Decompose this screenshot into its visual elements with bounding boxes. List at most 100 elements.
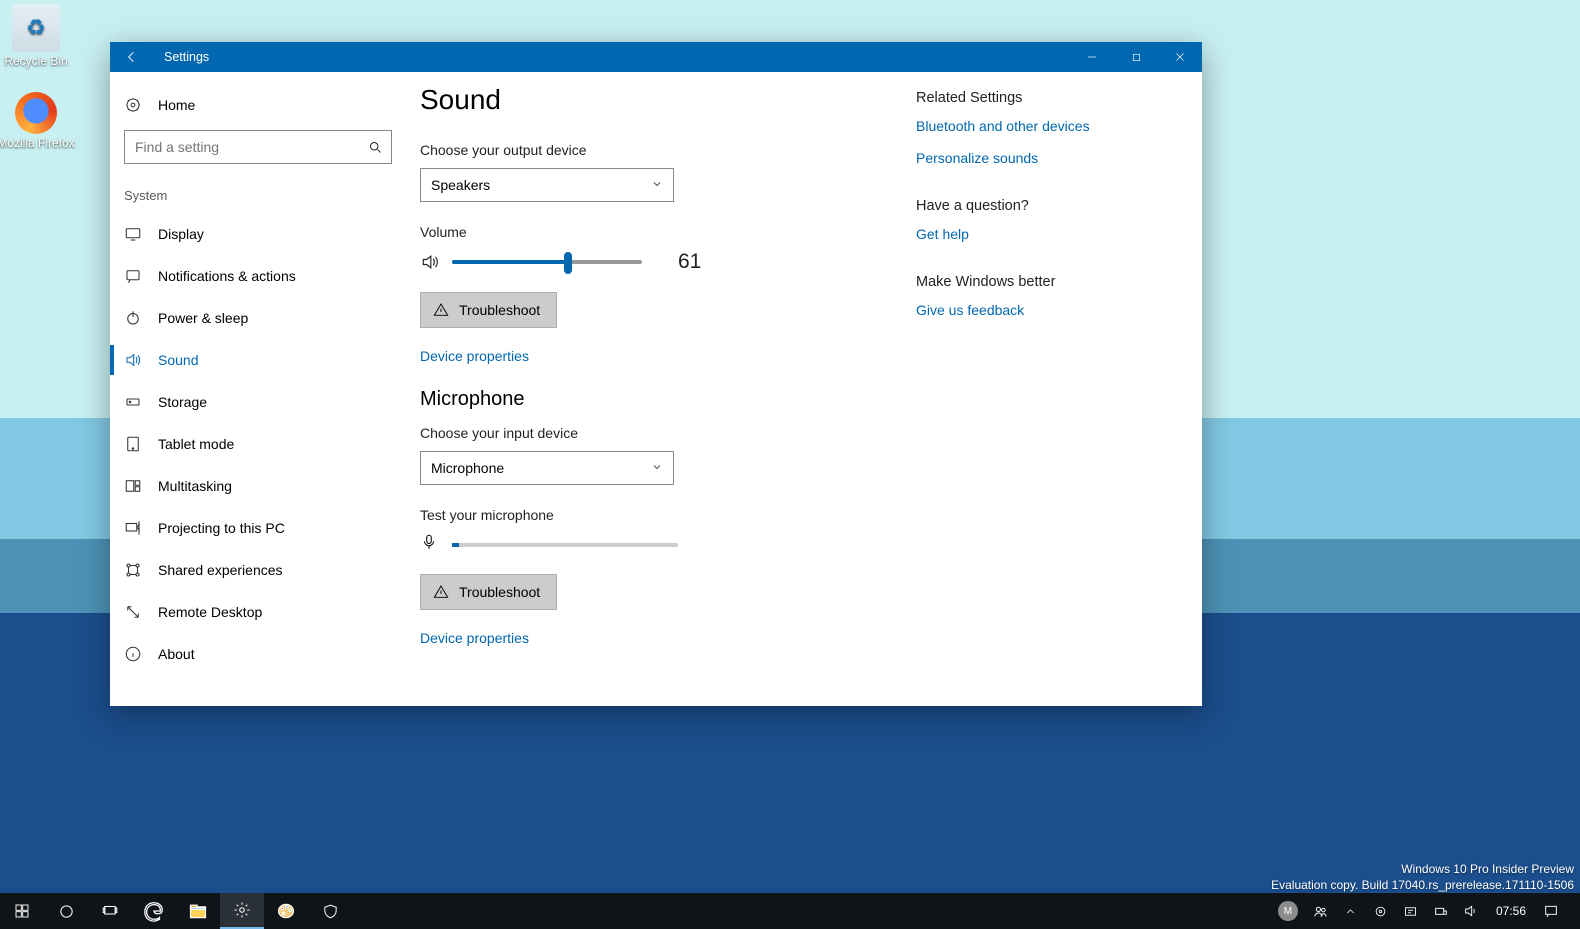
warning-icon xyxy=(433,584,449,600)
sidebar-item-label: Multitasking xyxy=(158,478,232,494)
slider-thumb[interactable] xyxy=(564,252,572,274)
related-settings-title: Related Settings xyxy=(916,90,1186,106)
link-bluetooth[interactable]: Bluetooth and other devices xyxy=(916,118,1090,134)
input-device-dropdown[interactable]: Microphone xyxy=(420,451,674,485)
input-device-label: Choose your input device xyxy=(420,425,906,441)
minimize-button[interactable] xyxy=(1070,42,1114,72)
sidebar-item-tablet[interactable]: Tablet mode xyxy=(110,423,406,465)
taskbar-app-paint[interactable] xyxy=(264,893,308,929)
sidebar-item-label: Power & sleep xyxy=(158,310,248,326)
window-title: Settings xyxy=(154,50,209,64)
desktop-icon-label: Recycle Bin xyxy=(0,54,76,68)
link-feedback[interactable]: Give us feedback xyxy=(916,302,1024,318)
mic-test-label: Test your microphone xyxy=(420,507,906,523)
category-label: System xyxy=(110,176,406,213)
sidebar-item-display[interactable]: Display xyxy=(110,213,406,255)
home-icon xyxy=(124,96,142,114)
taskbar-app-security[interactable] xyxy=(308,893,352,929)
sidebar-home-label: Home xyxy=(158,97,195,113)
sidebar-item-sound[interactable]: Sound xyxy=(110,339,406,381)
watermark: Windows 10 Pro Insider Preview Evaluatio… xyxy=(1271,861,1574,893)
back-button[interactable] xyxy=(110,42,154,72)
link-personalize-sounds[interactable]: Personalize sounds xyxy=(916,150,1038,166)
dropdown-value: Speakers xyxy=(431,177,490,193)
desktop-icon-firefox[interactable]: Mozilla Firefox xyxy=(0,92,76,150)
warning-icon xyxy=(433,302,449,318)
output-device-dropdown[interactable]: Speakers xyxy=(420,168,674,202)
desktop-icon-recycle-bin[interactable]: Recycle Bin xyxy=(0,4,76,68)
taskbar-app-settings[interactable] xyxy=(220,893,264,929)
cortana-button[interactable] xyxy=(44,893,88,929)
maximize-button[interactable] xyxy=(1114,42,1158,72)
search-icon xyxy=(368,140,383,155)
volume-value: 61 xyxy=(678,250,701,274)
search-input[interactable] xyxy=(135,139,368,155)
sidebar-item-notifications[interactable]: Notifications & actions xyxy=(110,255,406,297)
multitasking-icon xyxy=(124,477,142,495)
tray-ime-icon[interactable] xyxy=(1396,893,1426,929)
tray-network-icon[interactable] xyxy=(1426,893,1456,929)
content-area: Sound Choose your output device Speakers… xyxy=(420,84,906,706)
tray-overflow-icon[interactable] xyxy=(1336,893,1366,929)
link-get-help[interactable]: Get help xyxy=(916,226,969,242)
page-heading: Sound xyxy=(420,84,906,116)
input-device-properties-link[interactable]: Device properties xyxy=(420,630,529,646)
taskbar-app-edge[interactable] xyxy=(132,893,176,929)
microphone-icon xyxy=(420,533,438,556)
tray-people-icon[interactable] xyxy=(1306,893,1336,929)
sidebar-item-power[interactable]: Power & sleep xyxy=(110,297,406,339)
tray-user-avatar[interactable]: M xyxy=(1270,893,1306,929)
display-icon xyxy=(124,225,142,243)
firefox-icon xyxy=(15,92,57,134)
sidebar-item-label: Notifications & actions xyxy=(158,268,296,284)
search-box[interactable] xyxy=(124,130,392,164)
better-title: Make Windows better xyxy=(916,274,1186,290)
output-troubleshoot-button[interactable]: Troubleshoot xyxy=(420,292,557,328)
sidebar-item-multitasking[interactable]: Multitasking xyxy=(110,465,406,507)
sidebar-item-shared[interactable]: Shared experiences xyxy=(110,549,406,591)
sidebar-item-remote[interactable]: Remote Desktop xyxy=(110,591,406,633)
input-troubleshoot-button[interactable]: Troubleshoot xyxy=(420,574,557,610)
notifications-icon xyxy=(124,267,142,285)
sidebar-item-label: Shared experiences xyxy=(158,562,283,578)
settings-window: Settings Home System Display xyxy=(110,42,1202,706)
tray-volume-icon[interactable] xyxy=(1456,893,1486,929)
tray-location-icon[interactable] xyxy=(1366,893,1396,929)
tray-clock[interactable]: 07:56 xyxy=(1486,893,1536,929)
volume-label: Volume xyxy=(420,224,906,240)
sidebar-item-label: Projecting to this PC xyxy=(158,520,285,536)
chevron-down-icon xyxy=(651,177,663,193)
taskbar-app-explorer[interactable] xyxy=(176,893,220,929)
sidebar-item-label: Remote Desktop xyxy=(158,604,262,620)
taskbar: M 07:56 xyxy=(0,893,1580,929)
right-rail: Related Settings Bluetooth and other dev… xyxy=(906,84,1186,706)
sidebar-home[interactable]: Home xyxy=(110,84,406,126)
about-icon xyxy=(124,645,142,663)
speaker-icon xyxy=(420,252,440,272)
tray-action-center-icon[interactable] xyxy=(1536,893,1566,929)
chevron-down-icon xyxy=(651,460,663,476)
recycle-bin-icon xyxy=(12,4,60,52)
volume-slider[interactable] xyxy=(452,260,642,264)
sidebar: Home System Display Notifications & acti… xyxy=(110,72,406,706)
sidebar-item-storage[interactable]: Storage xyxy=(110,381,406,423)
output-device-properties-link[interactable]: Device properties xyxy=(420,348,529,364)
remote-icon xyxy=(124,603,142,621)
close-button[interactable] xyxy=(1158,42,1202,72)
sound-icon xyxy=(124,351,142,369)
mic-level-bar xyxy=(452,543,678,547)
sidebar-item-label: About xyxy=(158,646,195,662)
task-view-button[interactable] xyxy=(88,893,132,929)
microphone-heading: Microphone xyxy=(420,388,906,411)
sidebar-item-projecting[interactable]: Projecting to this PC xyxy=(110,507,406,549)
show-desktop-button[interactable] xyxy=(1566,893,1574,929)
titlebar[interactable]: Settings xyxy=(110,42,1202,72)
desktop-icon-label: Mozilla Firefox xyxy=(0,136,76,150)
storage-icon xyxy=(124,393,142,411)
start-button[interactable] xyxy=(0,893,44,929)
projecting-icon xyxy=(124,519,142,537)
sidebar-item-about[interactable]: About xyxy=(110,633,406,675)
output-device-label: Choose your output device xyxy=(420,142,906,158)
tablet-icon xyxy=(124,435,142,453)
dropdown-value: Microphone xyxy=(431,460,504,476)
